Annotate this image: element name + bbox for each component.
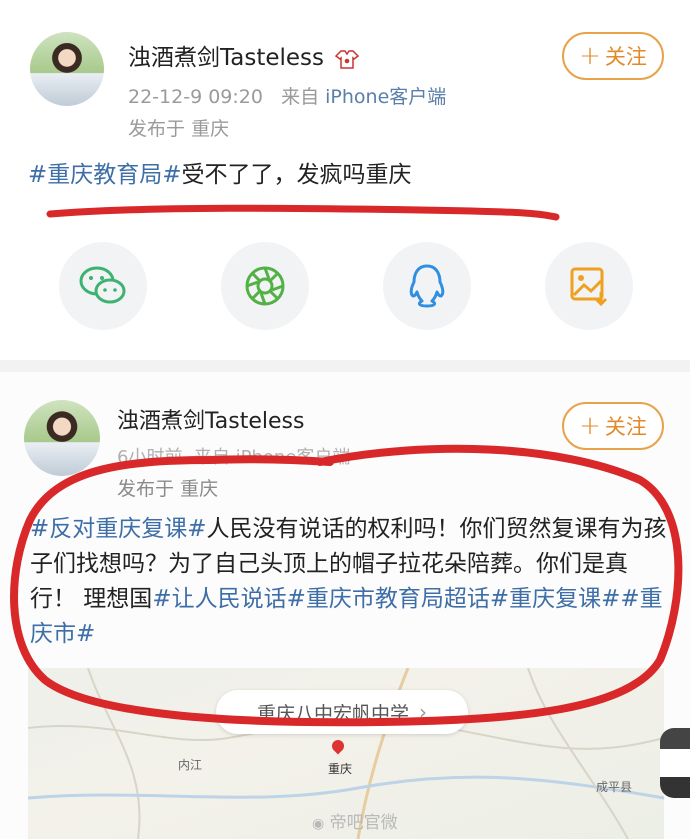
cartoon-sticker bbox=[660, 728, 690, 798]
follow-button[interactable]: + 关注 bbox=[562, 32, 664, 80]
source-link[interactable]: iPhone客户端 bbox=[325, 86, 446, 108]
hashtag-link[interactable]: #让人民说话# bbox=[152, 586, 306, 612]
map-place-label: 成平县 bbox=[596, 780, 633, 794]
location-meta: 发布于 重庆 bbox=[128, 118, 230, 140]
hashtag-link[interactable]: #反对重庆复课# bbox=[30, 516, 207, 542]
save-image-button[interactable] bbox=[545, 242, 633, 330]
moments-icon bbox=[245, 266, 285, 306]
hashtag-link[interactable]: #重庆教育局# bbox=[28, 162, 182, 188]
post-text: #反对重庆复课#人民没有说话的权利吗！你们贸然复课有为孩子们找想吗？为了自己头顶… bbox=[30, 516, 667, 647]
map-place-label: 内江 bbox=[178, 758, 203, 772]
qq-icon bbox=[409, 264, 445, 308]
username[interactable]: 浊酒煮剑Tasteless bbox=[128, 38, 360, 72]
follow-button[interactable]: + 关注 bbox=[562, 402, 664, 450]
username[interactable]: 浊酒煮剑Tasteless bbox=[117, 403, 304, 435]
post-text: #重庆教育局#受不了了，发疯吗重庆 bbox=[28, 162, 412, 188]
map-place-label: 重庆 bbox=[328, 762, 353, 776]
location-meta: 发布于 重庆 bbox=[117, 478, 219, 500]
weibo-logo-icon: ◉ bbox=[312, 816, 325, 832]
share-wechat-button[interactable] bbox=[59, 242, 147, 330]
map-location-label: 重庆八中宏帆中学 bbox=[256, 702, 409, 725]
map-location-chip[interactable]: 重庆八中宏帆中学 › bbox=[216, 690, 468, 734]
avatar[interactable] bbox=[24, 400, 100, 476]
save-image-icon bbox=[570, 267, 608, 307]
supertopic-link[interactable]: 重庆市教育局超话 bbox=[306, 586, 490, 612]
share-qq-button[interactable] bbox=[383, 242, 471, 330]
chevron-right-icon: › bbox=[419, 700, 427, 724]
shirt-badge-icon bbox=[335, 49, 360, 69]
plus-icon: + bbox=[579, 411, 601, 441]
post-meta: 22-12-9 09:20 来自 iPhone客户端 bbox=[128, 86, 447, 108]
avatar[interactable] bbox=[30, 32, 104, 106]
hashtag-link[interactable]: #重庆复课# bbox=[490, 586, 621, 612]
post-meta: 6小时前 来自 iPhone客户端 bbox=[117, 447, 351, 468]
plus-icon: + bbox=[579, 41, 601, 71]
watermark: ◉ 帝吧官微 bbox=[312, 813, 398, 833]
post-card-1: 浊酒煮剑Tasteless 22-12-9 09:20 来自 iPhone客户端… bbox=[0, 0, 690, 360]
wechat-icon bbox=[79, 266, 126, 304]
share-moments-button[interactable] bbox=[221, 242, 309, 330]
